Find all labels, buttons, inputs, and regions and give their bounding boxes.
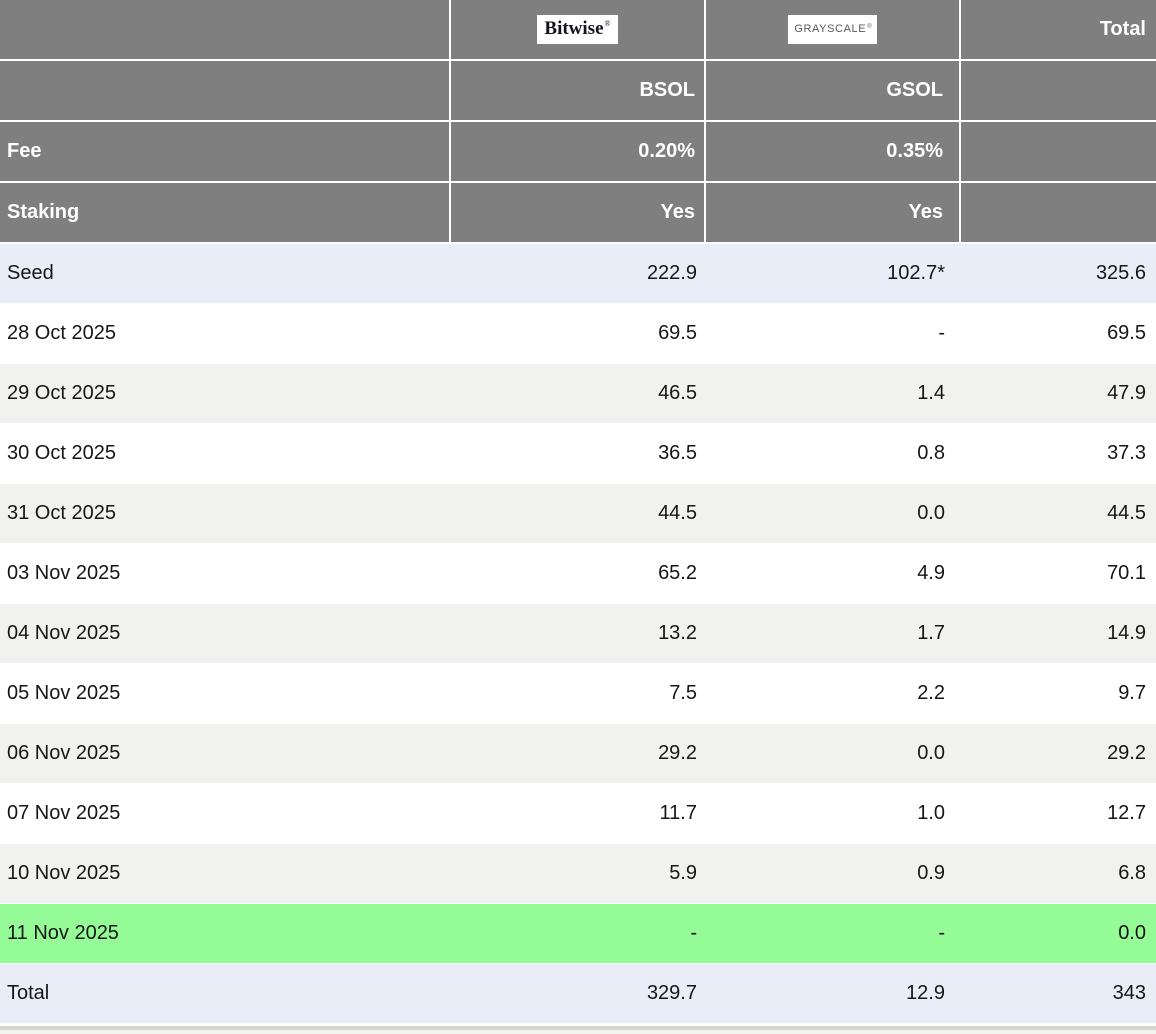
gsol-value: 12.9 bbox=[706, 964, 961, 1023]
table-row: 03 Nov 2025 65.2 4.9 70.1 bbox=[0, 544, 1156, 604]
row-label: 29 Oct 2025 bbox=[0, 364, 451, 423]
bsol-value: 36.5 bbox=[451, 424, 706, 483]
bottom-edge bbox=[0, 1030, 1156, 1034]
bsol-value: 7.5 bbox=[451, 664, 706, 723]
etf-flows-table: Bitwise® GRAYSCALE® Total BSOL GSOL Fee … bbox=[0, 0, 1156, 1034]
bsol-value: 29.2 bbox=[451, 724, 706, 783]
grayscale-header-cell: GRAYSCALE® bbox=[706, 0, 961, 59]
bsol-value: 222.9 bbox=[451, 244, 706, 303]
table-row: 06 Nov 2025 29.2 0.0 29.2 bbox=[0, 724, 1156, 784]
total-value: 9.7 bbox=[961, 664, 1156, 723]
gsol-value: 0.9 bbox=[706, 844, 961, 903]
total-value: 69.5 bbox=[961, 304, 1156, 363]
table-row-current-day: 11 Nov 2025 - - 0.0 bbox=[0, 904, 1156, 964]
row-label: 28 Oct 2025 bbox=[0, 304, 451, 363]
bitwise-logo-text: Bitwise bbox=[544, 19, 603, 38]
grayscale-reg-mark: ® bbox=[867, 24, 871, 30]
fee-gsol-value: 0.35% bbox=[706, 122, 961, 181]
table-row-totals: Total 329.7 12.9 343 bbox=[0, 964, 1156, 1024]
table-row: 05 Nov 2025 7.5 2.2 9.7 bbox=[0, 664, 1156, 724]
total-value: 70.1 bbox=[961, 544, 1156, 603]
staking-bsol-value: Yes bbox=[451, 183, 706, 242]
header-row-tickers: BSOL GSOL bbox=[0, 61, 1156, 122]
bsol-value: 69.5 bbox=[451, 304, 706, 363]
grayscale-logo: GRAYSCALE® bbox=[788, 15, 876, 44]
table-row: 07 Nov 2025 11.7 1.0 12.7 bbox=[0, 784, 1156, 844]
header-row-staking: Staking Yes Yes bbox=[0, 183, 1156, 244]
row-label: 11 Nov 2025 bbox=[0, 904, 451, 963]
table-row: 28 Oct 2025 69.5 - 69.5 bbox=[0, 304, 1156, 364]
total-value: 14.9 bbox=[961, 604, 1156, 663]
row-label: 07 Nov 2025 bbox=[0, 784, 451, 843]
row-label: 03 Nov 2025 bbox=[0, 544, 451, 603]
bsol-ticker: BSOL bbox=[451, 61, 706, 120]
total-value: 343 bbox=[961, 964, 1156, 1023]
fee-bsol-value: 0.20% bbox=[451, 122, 706, 181]
table-row-seed: Seed 222.9 102.7* 325.6 bbox=[0, 244, 1156, 304]
bsol-value: - bbox=[451, 904, 706, 963]
gsol-value: 4.9 bbox=[706, 544, 961, 603]
table-row: 04 Nov 2025 13.2 1.7 14.9 bbox=[0, 604, 1156, 664]
bitwise-reg-mark: ® bbox=[605, 20, 611, 28]
header-row-logos: Bitwise® GRAYSCALE® Total bbox=[0, 0, 1156, 61]
grayscale-logo-text: GRAYSCALE bbox=[794, 24, 866, 35]
total-value: 6.8 bbox=[961, 844, 1156, 903]
table-row: 30 Oct 2025 36.5 0.8 37.3 bbox=[0, 424, 1156, 484]
table-row: 31 Oct 2025 44.5 0.0 44.5 bbox=[0, 484, 1156, 544]
header-empty-cell bbox=[961, 61, 1156, 120]
row-label: 10 Nov 2025 bbox=[0, 844, 451, 903]
bsol-value: 65.2 bbox=[451, 544, 706, 603]
bitwise-header-cell: Bitwise® bbox=[451, 0, 706, 59]
bitwise-logo: Bitwise® bbox=[537, 15, 617, 44]
row-label: 04 Nov 2025 bbox=[0, 604, 451, 663]
gsol-value: 0.0 bbox=[706, 484, 961, 543]
staking-gsol-value: Yes bbox=[706, 183, 961, 242]
bsol-value: 11.7 bbox=[451, 784, 706, 843]
gsol-ticker: GSOL bbox=[706, 61, 961, 120]
gsol-value: 1.0 bbox=[706, 784, 961, 843]
total-column-header: Total bbox=[961, 0, 1156, 59]
gsol-value: 2.2 bbox=[706, 664, 961, 723]
total-value: 12.7 bbox=[961, 784, 1156, 843]
gsol-value: 1.4 bbox=[706, 364, 961, 423]
row-label: 31 Oct 2025 bbox=[0, 484, 451, 543]
bsol-value: 329.7 bbox=[451, 964, 706, 1023]
staking-label: Staking bbox=[0, 183, 451, 242]
header-empty-cell bbox=[961, 122, 1156, 181]
total-value: 44.5 bbox=[961, 484, 1156, 543]
bsol-value: 44.5 bbox=[451, 484, 706, 543]
header-empty-cell bbox=[961, 183, 1156, 242]
table-row: 10 Nov 2025 5.9 0.9 6.8 bbox=[0, 844, 1156, 904]
gsol-value: 1.7 bbox=[706, 604, 961, 663]
row-label: Seed bbox=[0, 244, 451, 303]
total-value: 0.0 bbox=[961, 904, 1156, 963]
header-empty-cell bbox=[0, 61, 451, 120]
total-value: 37.3 bbox=[961, 424, 1156, 483]
total-value: 325.6 bbox=[961, 244, 1156, 303]
gsol-value: - bbox=[706, 304, 961, 363]
header-row-fee: Fee 0.20% 0.35% bbox=[0, 122, 1156, 183]
fee-label: Fee bbox=[0, 122, 451, 181]
row-label: 05 Nov 2025 bbox=[0, 664, 451, 723]
row-label: Total bbox=[0, 964, 451, 1023]
bsol-value: 13.2 bbox=[451, 604, 706, 663]
table-row: 29 Oct 2025 46.5 1.4 47.9 bbox=[0, 364, 1156, 424]
row-label: 06 Nov 2025 bbox=[0, 724, 451, 783]
header-empty-cell bbox=[0, 0, 451, 59]
bsol-value: 46.5 bbox=[451, 364, 706, 423]
total-value: 47.9 bbox=[961, 364, 1156, 423]
gsol-value: 0.8 bbox=[706, 424, 961, 483]
gsol-value: - bbox=[706, 904, 961, 963]
gsol-value: 102.7* bbox=[706, 244, 961, 303]
gsol-value: 0.0 bbox=[706, 724, 961, 783]
row-label: 30 Oct 2025 bbox=[0, 424, 451, 483]
bsol-value: 5.9 bbox=[451, 844, 706, 903]
total-value: 29.2 bbox=[961, 724, 1156, 783]
